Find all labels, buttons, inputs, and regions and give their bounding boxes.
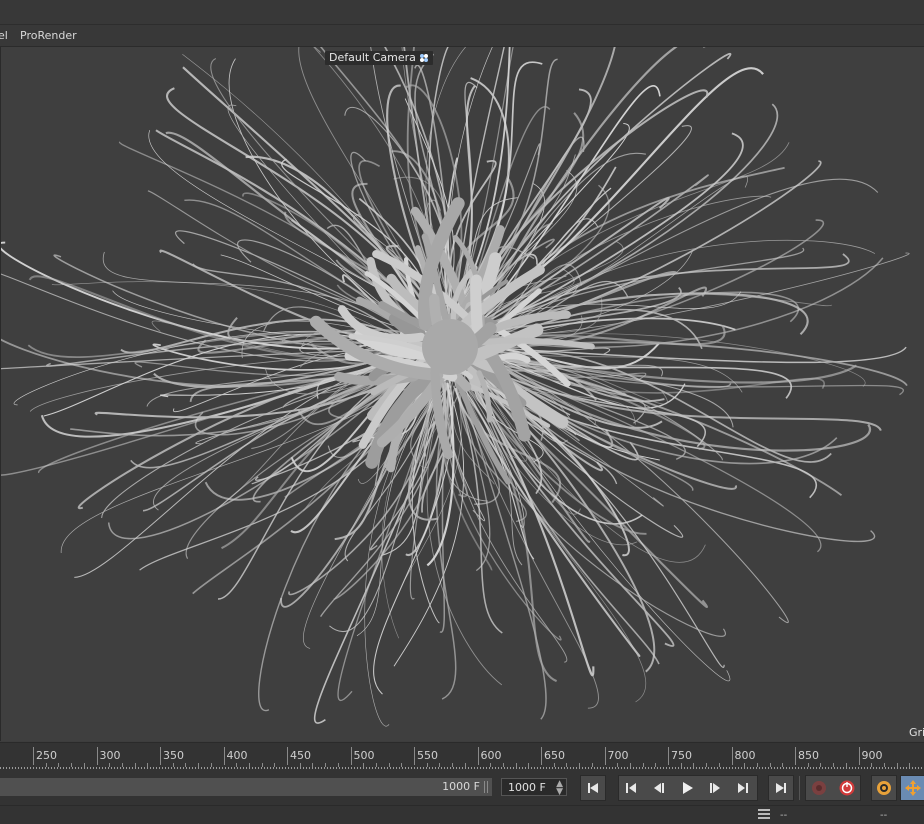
timeline-tick-label: 350 — [163, 749, 184, 762]
timeline-major-tick — [287, 747, 288, 765]
gear-icon — [877, 781, 891, 795]
keyframe-settings-button[interactable] — [871, 775, 897, 801]
timeline-tick-label: 450 — [290, 749, 311, 762]
timeline-major-tick — [223, 747, 225, 765]
timeline-tick-label: 600 — [480, 749, 502, 762]
step-back-icon — [654, 783, 664, 793]
timeline-major-tick — [33, 747, 34, 765]
end-frame-field[interactable]: 1000 F ▲ ▼ — [501, 778, 567, 797]
go-to-previous-key-button[interactable] — [618, 775, 644, 801]
range-end-label: 1000 F — [442, 780, 480, 793]
timeline-major-tick — [350, 747, 352, 765]
move-arrows-icon — [905, 780, 921, 796]
timeline-tick-label: 650 — [544, 749, 565, 762]
autokey-icon — [839, 780, 855, 796]
status-bar: -- -- — [0, 805, 924, 824]
timeline-tick-label: 800 — [734, 749, 756, 762]
range-grip-handle[interactable] — [484, 781, 490, 793]
timeline-tick-label: 400 — [226, 749, 248, 762]
timeline-tick-label: 300 — [99, 749, 121, 762]
hair-strands — [0, 47, 910, 727]
next-key-icon — [738, 783, 748, 793]
record-button[interactable] — [806, 775, 832, 801]
timeline-major-tick — [477, 747, 479, 765]
move-tool-button[interactable] — [900, 775, 924, 801]
timeline-ruler[interactable]: 250 300 350 400 450 500 550 600 650 700 750 800 850 9… — [0, 742, 924, 771]
menu-item-panel[interactable]: el — [0, 29, 8, 42]
skip-end-icon — [776, 783, 786, 793]
spinner-arrows-icon[interactable]: ▲ ▼ — [556, 780, 563, 797]
hair-strand — [463, 373, 708, 608]
menu-item-prorender[interactable]: ProRender — [20, 29, 77, 42]
timeline-tick-label: 700 — [607, 749, 629, 762]
camera-icon[interactable] — [419, 53, 429, 63]
grid-spacing-label: Gri — [909, 726, 924, 739]
camera-label[interactable]: Default Camera — [325, 51, 433, 65]
camera-name: Default Camera — [329, 51, 416, 64]
previous-key-icon — [626, 783, 636, 793]
timeline-major-tick — [731, 747, 733, 765]
go-to-next-key-button[interactable] — [730, 775, 756, 801]
timeline-major-tick — [858, 747, 860, 765]
timeline-major-tick — [160, 747, 161, 765]
top-bar — [0, 0, 924, 24]
status-right: -- — [880, 810, 888, 821]
step-forward-button[interactable] — [702, 775, 728, 801]
viewport-menu-bar: el ProRender — [0, 25, 924, 47]
timeline-tick-label: 500 — [353, 749, 375, 762]
timeline-tick-label: 850 — [798, 749, 819, 762]
step-forward-icon — [710, 783, 720, 793]
timeline-major-tick — [604, 747, 606, 765]
timeline-major-tick — [795, 747, 796, 765]
timeline-tick-label: 250 — [36, 749, 57, 762]
end-frame-value: 1000 F — [508, 781, 546, 794]
play-button[interactable] — [674, 775, 700, 801]
timeline-major-tick — [541, 747, 542, 765]
hair-model-render — [0, 47, 910, 727]
timeline-tick-label: 550 — [417, 749, 438, 762]
skip-start-icon — [588, 783, 598, 793]
autokey-button[interactable] — [834, 775, 860, 801]
go-to-start-button[interactable] — [580, 775, 606, 801]
record-icon — [812, 781, 826, 795]
hair-strand — [483, 219, 825, 342]
toolbar-separator — [799, 776, 800, 800]
step-back-button[interactable] — [646, 775, 672, 801]
timeline-track[interactable] — [0, 767, 924, 769]
frame-range-slider[interactable]: 1000 F — [0, 778, 492, 796]
timeline-tick-label: 900 — [861, 749, 883, 762]
viewport-left-edge — [0, 47, 1, 741]
timeline-tick-label: 750 — [671, 749, 692, 762]
timeline-major-tick — [414, 747, 415, 765]
tentacle — [470, 274, 484, 343]
timeline-major-tick — [668, 747, 669, 765]
status-left: -- — [780, 810, 788, 821]
3d-viewport[interactable] — [0, 47, 924, 741]
go-to-end-button[interactable] — [768, 775, 794, 801]
timeline-major-tick — [96, 747, 98, 765]
status-menu-icon[interactable] — [758, 809, 770, 819]
center-sphere — [422, 319, 478, 375]
play-icon — [683, 782, 693, 794]
